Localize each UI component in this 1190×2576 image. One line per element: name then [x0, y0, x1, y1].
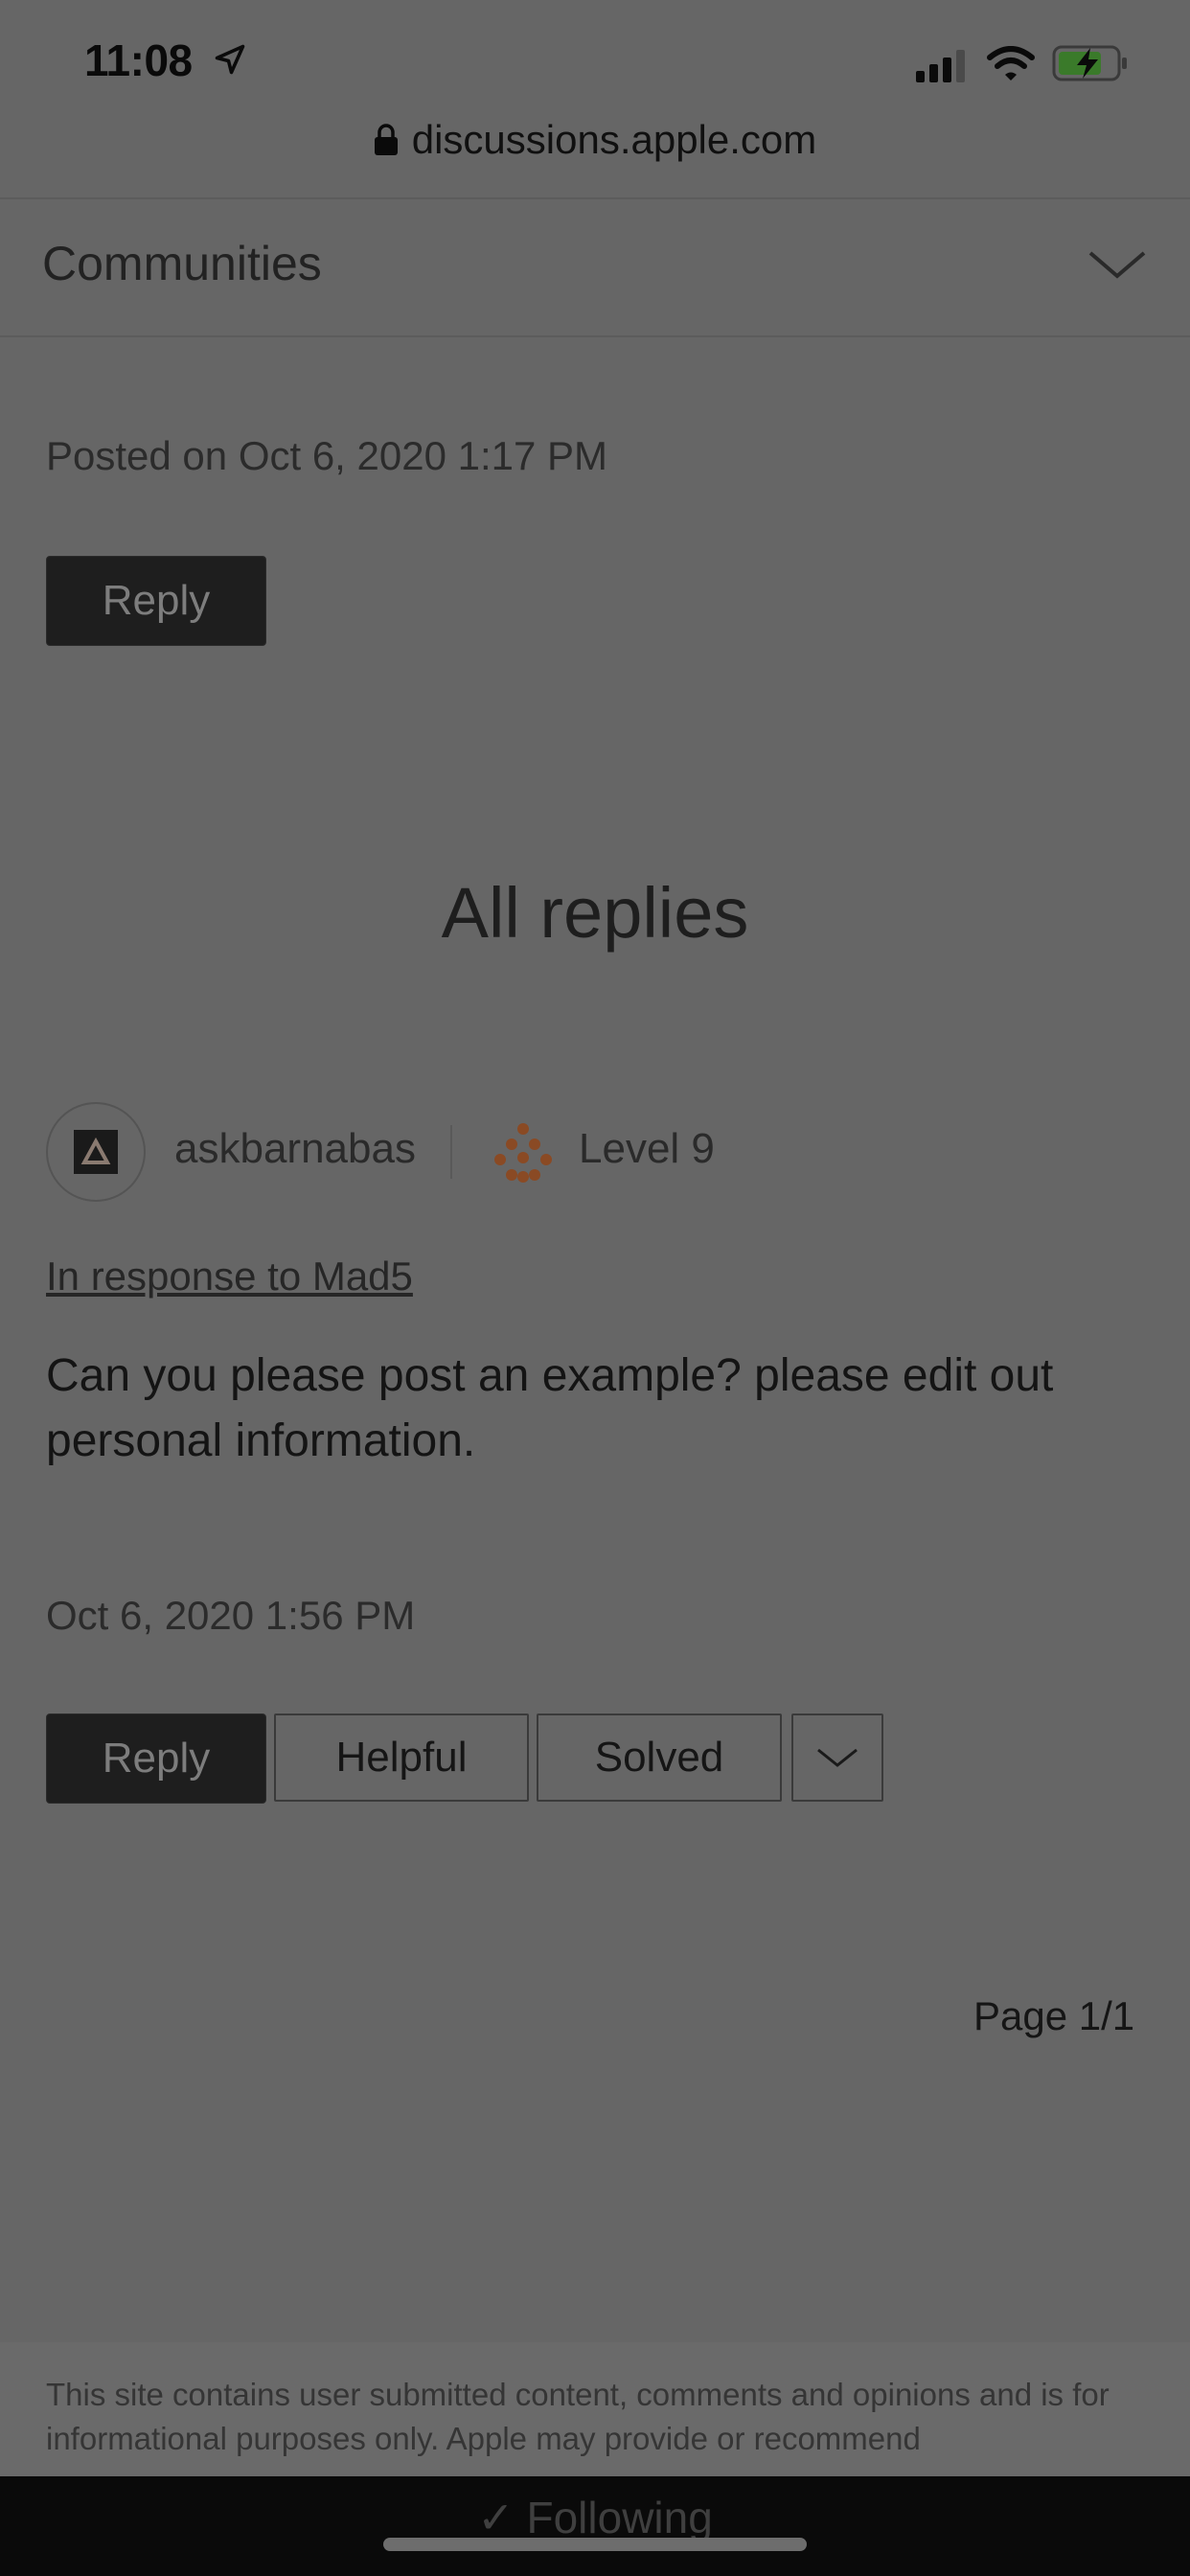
chevron-down-icon[interactable] [1087, 245, 1148, 284]
footer-disclaimer: This site contains user submitted conten… [46, 2377, 1110, 2456]
more-options-button[interactable] [791, 1714, 883, 1802]
divider [0, 197, 1190, 199]
chevron-down-icon [817, 1748, 858, 1767]
pagination-label: Page 1/1 [973, 1993, 1135, 2038]
divider [0, 335, 1190, 337]
url-bar[interactable]: discussions.apple.com [0, 107, 1190, 172]
reply-button[interactable]: Reply [46, 1714, 266, 1804]
user-level: Level 9 [579, 1125, 715, 1172]
username[interactable]: askbarnabas [174, 1125, 416, 1173]
status-time: 11:08 [84, 35, 193, 85]
reply-date: Oct 6, 2020 1:56 PM [46, 1593, 416, 1638]
level-dots-icon [494, 1123, 552, 1183]
in-response-link[interactable]: In response to Mad5 [46, 1254, 413, 1300]
battery-charging-icon [1052, 45, 1127, 81]
following-button[interactable]: ✓ Following [0, 2492, 1190, 2543]
home-indicator[interactable] [383, 2538, 807, 2551]
posted-date: Posted on Oct 6, 2020 1:17 PM [46, 433, 608, 478]
cellular-signal-icon [916, 50, 965, 82]
location-arrow-icon [215, 44, 245, 75]
reply-button[interactable]: Reply [46, 556, 266, 646]
communities-menu-label[interactable]: Communities [42, 236, 322, 291]
separator [450, 1125, 452, 1179]
replies-heading: All replies [441, 873, 749, 953]
avatar-logo-icon [74, 1130, 118, 1174]
helpful-button[interactable]: Helpful [274, 1714, 529, 1802]
wifi-icon [987, 46, 1035, 80]
avatar[interactable] [46, 1102, 146, 1202]
url-text: discussions.apple.com [411, 117, 817, 162]
solved-button[interactable]: Solved [537, 1714, 782, 1802]
lock-icon [374, 124, 398, 155]
reply-body: Can you please post an example? please e… [46, 1350, 1054, 1466]
